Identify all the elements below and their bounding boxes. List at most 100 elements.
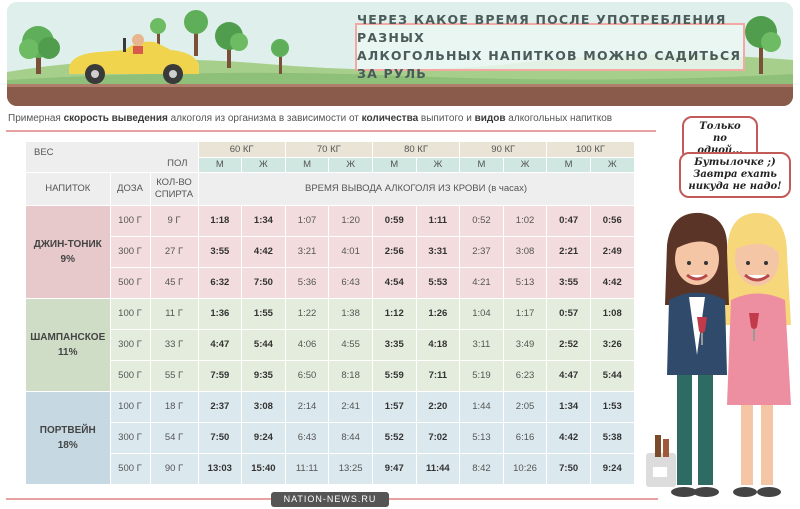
time-cell: 8:18: [328, 360, 373, 392]
time-cell: 3:55: [546, 267, 591, 299]
time-cell: 11:11: [285, 453, 330, 485]
sex-male: М: [198, 157, 243, 173]
time-cell: 3:08: [503, 236, 548, 268]
time-cell: 2:49: [590, 236, 635, 268]
women-illustration: [646, 212, 791, 497]
time-cell: 3:11: [459, 329, 504, 361]
dose-cell: 100 Г: [110, 298, 151, 330]
weight-100: 100 КГ: [546, 142, 635, 158]
table-row: 500 Г 90 Г 13:03 15:40 11:11 13:25 9:47 11:44 8:…: [26, 453, 635, 485]
time-cell: 1:04: [459, 298, 504, 330]
sex-male: М: [372, 157, 417, 173]
drink-name-cell: ПОРТВЕЙН 18%: [26, 391, 111, 485]
dose-cell: 500 Г: [110, 267, 151, 299]
time-cell: 6:43: [328, 267, 373, 299]
time-cell: 1:11: [416, 205, 461, 237]
weight-70: 70 КГ: [285, 142, 373, 158]
drink-name: ДЖИН-ТОНИК: [33, 238, 102, 250]
table-row: ПОРТВЕЙН 18% 100 Г 18 Г 2:37 3:08 2:14 2:41 1:57…: [26, 391, 635, 485]
time-cell: 13:25: [328, 453, 373, 485]
time-cell: 0:52: [459, 205, 504, 237]
spirit-cell: 54 Г: [150, 422, 199, 454]
bubble-two-line-2: Завтра ехать: [693, 169, 777, 180]
table-row: 500 Г 55 Г 7:59 9:35 6:50 8:18 5:59 7:11 5:19 6:2…: [26, 360, 635, 392]
time-cell: 7:50: [546, 453, 591, 485]
time-cell: 2:37: [198, 391, 243, 423]
spirit-header-line-2: СПИРТА: [154, 188, 194, 200]
time-cell: 4:21: [459, 267, 504, 299]
sex-male: М: [459, 157, 504, 173]
sex-female: Ж: [328, 157, 373, 173]
sex-female: Ж: [503, 157, 548, 173]
time-cell: 4:47: [198, 329, 243, 361]
weight-sex-corner: ВЕС ПОЛ: [26, 142, 199, 173]
time-cell: 7:02: [416, 422, 461, 454]
time-cell: 5:38: [590, 422, 635, 454]
spirit-cell: 11 Г: [150, 298, 199, 330]
time-cell: 4:18: [416, 329, 461, 361]
time-cell: 8:44: [328, 422, 373, 454]
time-cell: 5:44: [590, 360, 635, 392]
time-cell: 6:16: [503, 422, 548, 454]
time-cell: 3:49: [503, 329, 548, 361]
time-cell: 1:57: [372, 391, 417, 423]
table-body: ДЖИН-ТОНИК 9% 100 Г9 Г 1:18 1:34 1:07 1:20 0:59…: [26, 205, 635, 485]
site-badge: NATION-NEWS.RU: [271, 492, 389, 507]
time-cell: 5:36: [285, 267, 330, 299]
time-cell: 1:44: [459, 391, 504, 423]
spirit-cell: 9 Г: [150, 205, 199, 237]
title-line-2: АЛКОГОЛЬНЫХ НАПИТКОВ МОЖНО САДИТЬСЯ ЗА Р…: [357, 48, 742, 81]
column-header-row: НАПИТОК ДОЗА КОЛ-ВО СПИРТА ВРЕМЯ ВЫВОДА …: [26, 172, 635, 206]
time-cell: 7:59: [198, 360, 243, 392]
time-cell: 5:53: [416, 267, 461, 299]
time-cell: 1:22: [285, 298, 330, 330]
time-cell: 1:26: [416, 298, 461, 330]
time-cell: 11:44: [416, 453, 461, 485]
dose-cell: 300 Г: [110, 236, 151, 268]
sex-female: Ж: [416, 157, 461, 173]
time-cell: 2:14: [285, 391, 330, 423]
time-cell: 4:42: [241, 236, 286, 268]
drink-percent: 18%: [57, 439, 78, 451]
dose-header: ДОЗА: [110, 172, 151, 206]
time-cell: 1:38: [328, 298, 373, 330]
dose-cell: 500 Г: [110, 453, 151, 485]
time-cell: 4:01: [328, 236, 373, 268]
weight-60: 60 КГ: [198, 142, 286, 158]
speech-bubble-two: Бутылочке ;) Завтра ехать никуда не надо…: [679, 152, 791, 198]
time-cell: 5:59: [372, 360, 417, 392]
subtitle-text: алкоголя из организма в зависимости от: [167, 113, 362, 124]
spirit-cell: 18 Г: [150, 391, 199, 423]
time-cell: 9:47: [372, 453, 417, 485]
sex-male: М: [285, 157, 330, 173]
drink-name: ПОРТВЕЙН: [39, 424, 96, 436]
time-cell: 2:21: [546, 236, 591, 268]
time-cell: 2:05: [503, 391, 548, 423]
time-cell: 2:56: [372, 236, 417, 268]
sex-female: Ж: [241, 157, 286, 173]
time-cell: 2:52: [546, 329, 591, 361]
spirit-cell: 33 Г: [150, 329, 199, 361]
time-cell: 3:21: [285, 236, 330, 268]
time-cell: 5:19: [459, 360, 504, 392]
bubble-two-line-3: никуда не надо!: [688, 181, 782, 192]
subtitle-text: алкогольных напитков: [505, 113, 613, 124]
spirit-cell: 45 Г: [150, 267, 199, 299]
time-cell: 4:42: [546, 422, 591, 454]
header-banner: ЧЕРЕЗ КАКОЕ ВРЕМЯ ПОСЛЕ УПОТРЕБЛЕНИЯ РАЗ…: [7, 2, 793, 106]
time-cell: 2:41: [328, 391, 373, 423]
bubble-one-line-1: Только: [699, 121, 741, 132]
time-cell: 1:20: [328, 205, 373, 237]
time-cell: 1:18: [198, 205, 243, 237]
time-cell: 1:07: [285, 205, 330, 237]
dose-cell: 100 Г: [110, 391, 151, 423]
time-cell: 8:42: [459, 453, 504, 485]
time-cell: 4:54: [372, 267, 417, 299]
table-row: 300 Г 27 Г 3:55 4:42 3:21 4:01 2:56 3:31 2:37 3:0…: [26, 236, 635, 268]
time-cell: 4:42: [590, 267, 635, 299]
sex-female: Ж: [590, 157, 635, 173]
time-cell: 1:17: [503, 298, 548, 330]
drink-header: НАПИТОК: [26, 172, 111, 206]
alcohol-table: ВЕС ПОЛ 60 КГ 70 КГ 80 КГ 90 КГ 100 КГ М…: [26, 142, 635, 485]
spirit-cell: 27 Г: [150, 236, 199, 268]
